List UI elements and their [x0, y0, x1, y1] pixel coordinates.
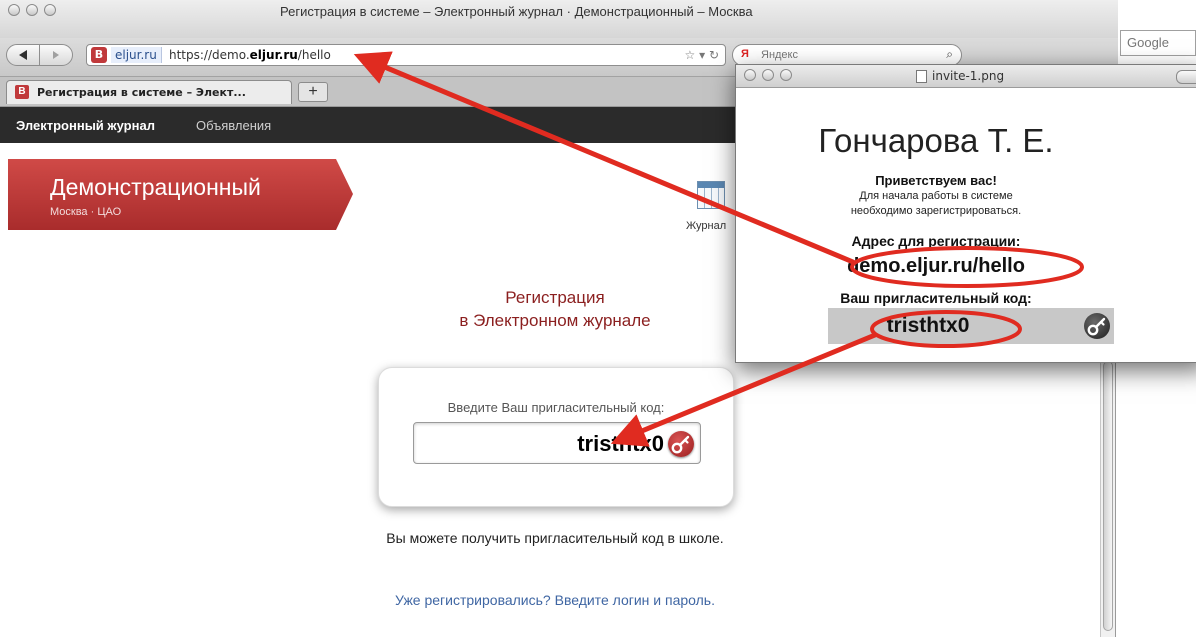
site-icon: В: [15, 85, 29, 99]
url-text: https://demo.eljur.ru/hello: [169, 48, 331, 62]
new-tab-button[interactable]: +: [298, 82, 328, 102]
invite-code-caption: Ваш пригласительный код:: [840, 290, 1032, 306]
window-title: Регистрация в системе – Электронный журн…: [280, 4, 753, 19]
zoom-window-button[interactable]: [44, 4, 56, 16]
registration-subtitle: в Электронном журнале: [459, 311, 651, 330]
star-icon[interactable]: ☆: [684, 48, 695, 62]
invite-hint: Вы можете получить пригласительный код в…: [386, 530, 724, 546]
preview-invite-code: tristhtx0: [886, 314, 970, 337]
google-search-field[interactable]: Google: [1120, 30, 1196, 56]
yandex-icon: Я: [741, 48, 749, 60]
invite-code-bar: tristhtx0: [828, 308, 1114, 344]
scrollbar-thumb[interactable]: [1103, 361, 1113, 631]
minimize-window-button[interactable]: [26, 4, 38, 16]
site-icon: В: [91, 47, 107, 63]
browser-titlebar: Регистрация в системе – Электронный журн…: [0, 0, 1118, 39]
invite-card: Введите Ваш пригласительный код: tristht…: [378, 367, 734, 507]
address-bar[interactable]: В eljur.ru https://demo.eljur.ru/hello ☆…: [86, 44, 726, 66]
school-title[interactable]: Демонстрационный: [50, 174, 261, 201]
toolbar-toggle-button[interactable]: [1176, 70, 1196, 84]
file-icon: [916, 70, 927, 83]
registration-address: demo.eljur.ru/hello: [847, 255, 1025, 277]
key-icon: [1084, 313, 1110, 339]
preview-titlebar: invite-1.png: [736, 65, 1196, 88]
invite-code-value: tristhtx0: [577, 431, 664, 456]
login-link[interactable]: Уже регистрировались? Введите логин и па…: [300, 592, 810, 608]
recipient-name: Гончарова Т. Е.: [818, 122, 1054, 159]
calendar-grid-icon[interactable]: [697, 181, 725, 209]
preview-minimize-button[interactable]: [762, 69, 774, 81]
address-label: Адрес для регистрации:: [851, 233, 1021, 249]
submit-key-button[interactable]: [668, 431, 694, 457]
search-field[interactable]: Я Яндекс ⌕: [732, 44, 962, 66]
preview-title: invite-1.png: [916, 69, 1004, 83]
preview-zoom-button[interactable]: [780, 69, 792, 81]
registration-title: Регистрация: [505, 288, 605, 307]
instruction-line-2: необходимо зарегистрироваться.: [850, 205, 1022, 217]
instruction-line-1: Для начала работы в системе: [859, 190, 1013, 202]
nav-home-link[interactable]: Электронный журнал: [16, 118, 155, 133]
search-placeholder: Яндекс: [761, 49, 798, 61]
back-button[interactable]: [6, 44, 40, 66]
invite-code-input[interactable]: tristhtx0: [413, 422, 701, 464]
nav-announcements-link[interactable]: Объявления: [196, 118, 271, 133]
right-triangle-icon: [53, 51, 59, 59]
chevron-down-icon[interactable]: ▾: [699, 48, 705, 62]
left-triangle-icon: [19, 50, 27, 60]
url-tools: ☆ ▾ ↻: [684, 47, 719, 63]
greeting: Приветствуем вас!: [875, 173, 997, 188]
invite-code-label: Введите Ваш пригласительный код:: [447, 400, 665, 415]
journal-link[interactable]: Журнал: [686, 220, 726, 232]
preview-window: invite-1.png Гончарова Т. Е. Приветствуе…: [735, 64, 1196, 363]
school-subtitle: Москва · ЦАО: [50, 206, 122, 218]
forward-button[interactable]: [39, 44, 73, 66]
search-icon[interactable]: ⌕: [946, 47, 953, 62]
reload-icon[interactable]: ↻: [709, 48, 719, 62]
identity-domain[interactable]: eljur.ru: [111, 47, 162, 63]
preview-close-button[interactable]: [744, 69, 756, 81]
tab-label: Регистрация в системе – Элект...: [37, 86, 246, 99]
key-icon: [671, 435, 690, 454]
close-window-button[interactable]: [8, 4, 20, 16]
tab-registration[interactable]: В Регистрация в системе – Элект...: [6, 80, 292, 104]
